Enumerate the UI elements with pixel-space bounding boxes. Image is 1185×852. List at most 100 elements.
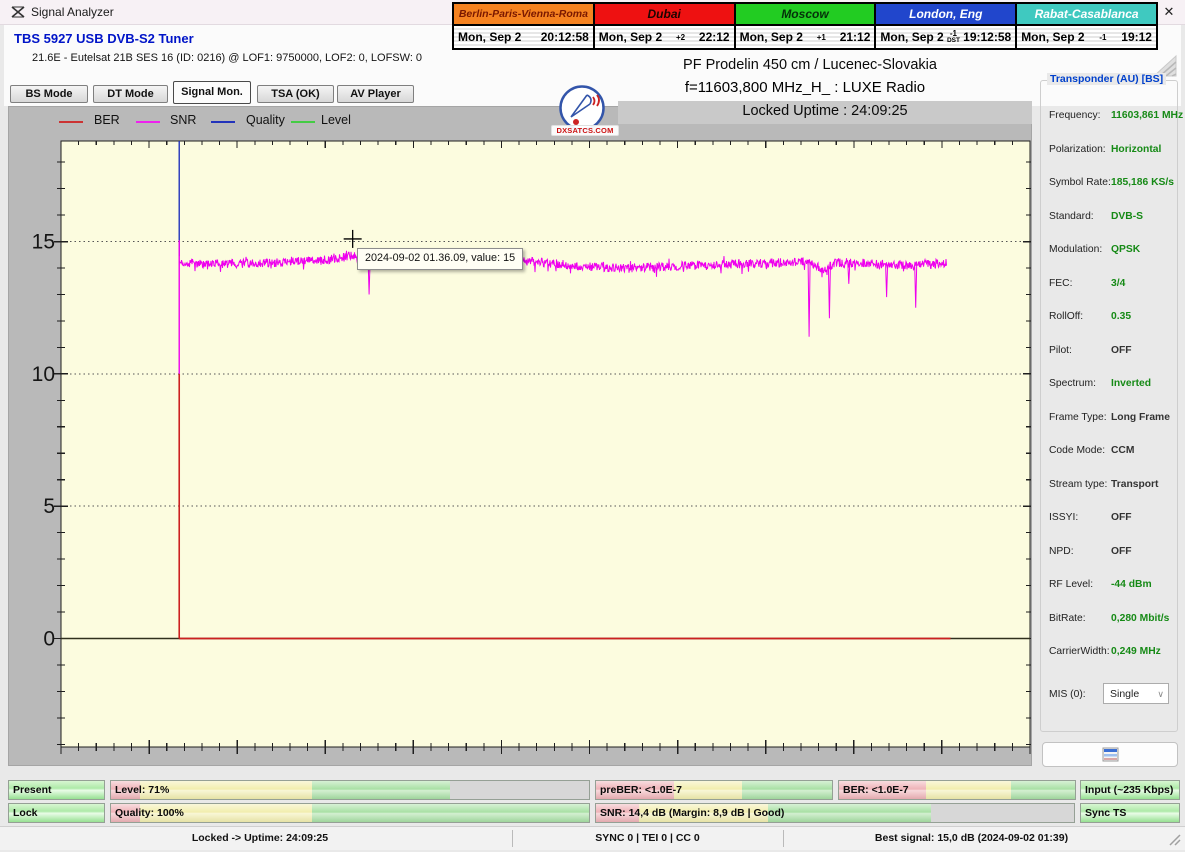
transponder-row-rolloff: RollOff: 0.35 xyxy=(1049,311,1173,325)
status-bar-label: Present xyxy=(13,781,52,799)
mis-dropdown[interactable]: Single ∨ xyxy=(1103,683,1169,704)
legend-line-quality xyxy=(211,121,235,123)
clock-city-time: Mon, Sep 2-1DST19:12:58 xyxy=(876,26,1015,48)
window-resize-grip-icon[interactable] xyxy=(1166,831,1182,847)
transponder-row-value: Inverted xyxy=(1111,378,1151,389)
transponder-row-value: 0.35 xyxy=(1111,311,1131,322)
transponder-row-value: Horizontal xyxy=(1111,144,1161,155)
svg-text:0: 0 xyxy=(43,628,55,651)
svg-text:15: 15 xyxy=(32,231,55,254)
transport-list-button[interactable] xyxy=(1042,742,1178,767)
transponder-row-label: Symbol Rate: xyxy=(1049,177,1111,188)
transponder-row-label: Standard: xyxy=(1049,211,1094,222)
clock-utc-offset: +1 xyxy=(817,34,826,41)
transponder-row-npd: NPD:OFF xyxy=(1049,546,1173,560)
transponder-row-label: Frame Type: xyxy=(1049,412,1107,423)
status-bar-lock: Lock xyxy=(8,803,105,823)
tab-bs-mode[interactable]: BS Mode xyxy=(10,85,88,103)
transponder-row-value: OFF xyxy=(1111,345,1132,356)
transponder-row-label: Spectrum: xyxy=(1049,378,1096,389)
transponder-row-value: Transport xyxy=(1111,479,1159,490)
clock-utc-offset: -1 xyxy=(1099,34,1106,41)
status-bar-label: Sync TS xyxy=(1085,804,1126,822)
clock-time-value: 22:12 xyxy=(699,30,730,44)
transponder-row-label: Pilot: xyxy=(1049,345,1072,356)
legend-label-quality: Quality xyxy=(246,113,285,127)
transponder-row-value: CCM xyxy=(1111,445,1134,456)
mis-dropdown-value: Single xyxy=(1110,688,1139,700)
transponder-panel-title: Transponder (AU) [BS] xyxy=(1047,73,1166,85)
status-bar-ber-1-0e-7: BER: <1.0E-7 xyxy=(838,780,1076,800)
signal-plot[interactable]: 051015 xyxy=(9,107,1031,765)
legend-line-ber xyxy=(59,121,83,123)
transponder-row-value: 3/4 xyxy=(1111,278,1125,289)
clock-city-name: Rabat-Casablanca xyxy=(1017,4,1156,26)
clock-city-time: Mon, Sep 2 +1 21:12 xyxy=(736,26,875,48)
clock-city-name: Berlin-Paris-Vienna-Roma xyxy=(454,4,593,26)
status-bar-label: preBER: <1.0E-7 xyxy=(600,781,682,799)
transponder-row-label: Polarization: xyxy=(1049,144,1106,155)
tab-av-player[interactable]: AV Player xyxy=(337,85,414,103)
clock-time-value: 19:12 xyxy=(1121,30,1152,44)
svg-text:5: 5 xyxy=(43,495,55,518)
transponder-row-label: FEC: xyxy=(1049,278,1072,289)
clock-city-time: Mon, Sep 2 -1 19:12 xyxy=(1017,26,1156,48)
clock-time-value: 21:12 xyxy=(840,30,871,44)
clock-city-rabat-casablanca: Rabat-Casablanca Mon, Sep 2 -1 19:12 xyxy=(1017,4,1156,48)
status-bar-label: Quality: 100% xyxy=(115,804,184,822)
bottom-status-bar: Locked -> Uptime: 24:09:25 SYNC 0 | TEI … xyxy=(0,826,1185,850)
transponder-row-value: 11603,861 MHz xyxy=(1111,110,1183,121)
transponder-row-standard: Standard: DVB-S xyxy=(1049,211,1173,225)
clock-utc-offset: +2 xyxy=(676,34,685,41)
transponder-row-label: BitRate: xyxy=(1049,613,1086,624)
legend-line-level xyxy=(291,121,315,123)
status-bar-label: Input (~235 Kbps) xyxy=(1085,781,1173,799)
clock-city-name: Moscow xyxy=(736,4,875,26)
transponder-row-rf-level: RF Level:-44 dBm xyxy=(1049,579,1173,593)
clock-city-london-eng: London, EngMon, Sep 2-1DST19:12:58 xyxy=(876,4,1017,48)
transponder-row-polarization: Polarization: Horizontal xyxy=(1049,144,1173,158)
transponder-row-label: RollOff: xyxy=(1049,311,1083,322)
clock-date: Mon, Sep 2 xyxy=(599,30,662,44)
transponder-row-code-mode: Code Mode:CCM xyxy=(1049,445,1173,459)
clock-city-name: Dubai xyxy=(595,4,734,26)
close-button[interactable]: ✕ xyxy=(1158,2,1180,22)
signal-monitor-chart[interactable]: BERSNRQualityLevel 051015 2024-09-02 01.… xyxy=(8,106,1032,766)
window-title: Signal Analyzer xyxy=(31,5,114,19)
legend-label-level: Level xyxy=(321,113,351,127)
transponder-row-label: Stream type: xyxy=(1049,479,1107,490)
status-bar-label: Level: 71% xyxy=(115,781,169,799)
antenna-app-icon xyxy=(10,4,26,20)
transponder-row-fec: FEC: 3/4 xyxy=(1049,278,1173,292)
dish-location-info: PF Prodelin 450 cm / Lucenec-Slovakia xyxy=(560,57,1060,73)
dxsatcs-logo-text: DXSATCS.COM xyxy=(551,125,619,136)
transponder-row-carrierwidth: CarrierWidth:0,249 MHz xyxy=(1049,646,1173,660)
transponder-row-value: DVB-S xyxy=(1111,211,1143,222)
transponder-row-value: OFF xyxy=(1111,546,1132,557)
transponder-row-spectrum: Spectrum: Inverted xyxy=(1049,378,1173,392)
clock-date: Mon, Sep 2 xyxy=(458,30,521,44)
legend-label-ber: BER xyxy=(94,113,120,127)
status-bar-level-71: Level: 71% xyxy=(110,780,590,800)
transponder-row-value: 185,186 KS/s xyxy=(1111,177,1174,188)
chevron-down-icon: ∨ xyxy=(1157,684,1164,704)
clock-city-time: Mon, Sep 2 +2 22:12 xyxy=(595,26,734,48)
transponder-row-value: QPSK xyxy=(1111,244,1140,255)
statusbar-uptime: Locked -> Uptime: 24:09:25 xyxy=(8,832,512,844)
tab-tsa-ok[interactable]: TSA (OK) xyxy=(257,85,334,103)
transponder-row-symbol-rate: Symbol Rate:185,186 KS/s xyxy=(1049,177,1173,191)
status-bar-snr-14-4-db-margin-8-9-db-good: SNR: 14,4 dB (Margin: 8,9 dB | Good) xyxy=(595,803,1075,823)
transponder-row-value: 0,249 MHz xyxy=(1111,646,1161,657)
statusbar-sync-counters: SYNC 0 | TEI 0 | CC 0 xyxy=(512,832,783,844)
clock-utc-offset: -1DST xyxy=(947,30,960,44)
dxsatcs-logo: DXSATCS.COM xyxy=(556,84,616,136)
tab-dt-mode[interactable]: DT Mode xyxy=(93,85,168,103)
tuner-name: TBS 5927 USB DVB-S2 Tuner xyxy=(14,31,194,46)
clock-date: Mon, Sep 2 xyxy=(740,30,803,44)
tab-signal-mon[interactable]: Signal Mon. xyxy=(173,81,251,104)
clock-date: Mon, Sep 2 xyxy=(1021,30,1084,44)
clock-date: Mon, Sep 2 xyxy=(880,30,943,44)
transponder-row-label: ISSYI: xyxy=(1049,512,1078,523)
clock-city-berlin-paris-vienna-roma: Berlin-Paris-Vienna-RomaMon, Sep 220:12:… xyxy=(454,4,595,48)
status-bar-input-235-kbps: Input (~235 Kbps) xyxy=(1080,780,1180,800)
